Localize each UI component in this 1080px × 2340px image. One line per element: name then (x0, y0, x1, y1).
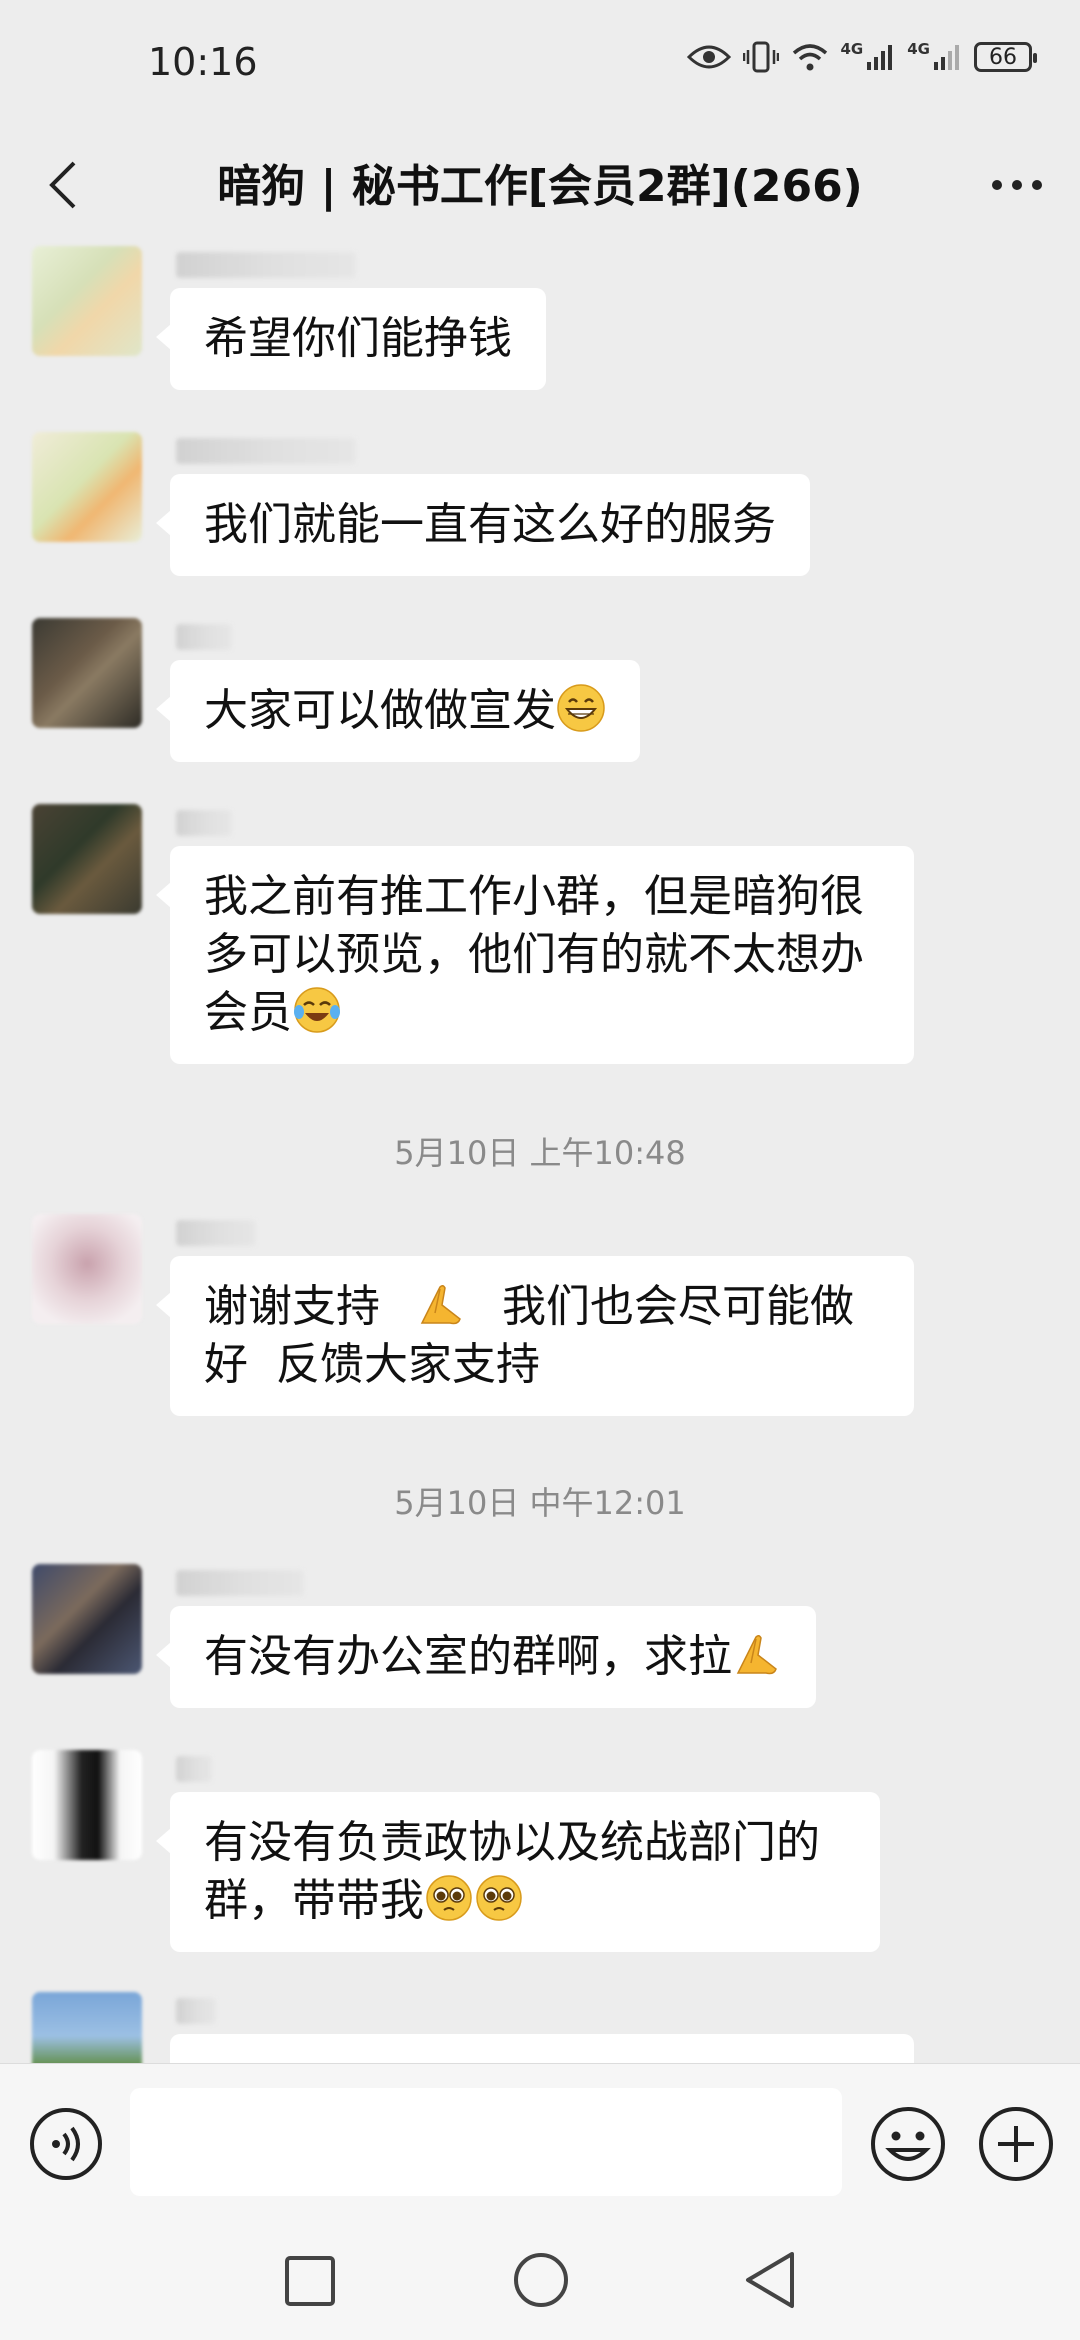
message-bubble[interactable]: 我之前有推工作小群，但是暗狗很多可以预览，他们有的就不太想办会员 (156, 846, 914, 1064)
message-bubble[interactable]: 有没有办公室的群啊，求拉 (156, 1606, 816, 1708)
input-bar (0, 2063, 1080, 2224)
pleading-face-icon (476, 1875, 522, 1921)
message-text: 有没有办公室的群啊，求拉 (204, 1631, 732, 1682)
message-bubble[interactable]: 我们就能一直有这么好的服务 (156, 474, 810, 576)
message-bubble[interactable] (170, 2034, 914, 2063)
sender-name-blurred (176, 252, 356, 278)
more-dots-icon (992, 180, 1042, 190)
signal-icon-1 (867, 45, 893, 70)
battery-level: 66 (989, 44, 1017, 70)
vibrate-icon (742, 41, 779, 73)
message-text: 谢谢支持 (204, 1281, 380, 1332)
sender-name-blurred (176, 1998, 216, 2024)
home-icon[interactable] (512, 2251, 570, 2309)
avatar[interactable] (32, 1564, 142, 1674)
tears-of-joy-icon (294, 987, 340, 1033)
sender-name-blurred (176, 1220, 256, 1246)
message-input[interactable] (130, 2088, 842, 2196)
sender-name-blurred (176, 1570, 304, 1596)
wifi-icon (792, 44, 827, 71)
chat-title: 暗狗 | 秘书工作[会员2群](266) (217, 161, 863, 212)
avatar[interactable] (32, 804, 142, 914)
recent-apps-icon[interactable] (282, 2253, 338, 2309)
message-bubble[interactable]: 谢谢支持 我们也会尽可能做好 反馈大家支持 (156, 1256, 914, 1416)
avatar[interactable] (32, 618, 142, 728)
folded-hands-icon (736, 1634, 777, 1675)
network-label-2: 4G (907, 40, 930, 58)
back-triangle-icon[interactable] (740, 2249, 800, 2311)
battery-indicator: 66 (974, 42, 1037, 72)
voice-input-icon[interactable] (28, 2106, 104, 2182)
chat-header: 暗狗 | 秘书工作[会员2群](266) (0, 130, 1080, 240)
status-icons: 4G 4G 66 (686, 40, 1037, 74)
eye-icon (686, 45, 731, 69)
emoji-icon[interactable] (868, 2104, 948, 2184)
avatar[interactable] (32, 432, 142, 542)
avatar[interactable] (32, 246, 142, 356)
timestamp: 5月10日 中午12:01 (394, 1484, 686, 1522)
message-text: 希望你们能挣钱 (204, 313, 512, 364)
sender-name-blurred (176, 810, 232, 836)
message-bubble[interactable]: 大家可以做做宣发 (156, 660, 640, 762)
network-label-1: 4G (840, 40, 864, 58)
pleading-face-icon (426, 1875, 472, 1921)
timestamp: 5月10日 上午10:48 (394, 1134, 686, 1172)
system-nav-bar (0, 2223, 1080, 2340)
plus-icon[interactable] (976, 2104, 1056, 2184)
message-text: 我们就能一直有这么好的服务 (204, 499, 776, 550)
sender-name-blurred (176, 438, 356, 464)
message-list[interactable]: 希望你们能挣钱 我们就能一直有这么好的服务 大家可以做做宣发 我之前有推工作小群 (0, 240, 1080, 2063)
status-bar: 10:16 4G 4G 66 (0, 0, 1080, 130)
grinning-face-icon (557, 684, 605, 732)
back-button[interactable] (30, 152, 96, 218)
message-text: 大家可以做做宣发 (204, 685, 556, 736)
message-bubble[interactable]: 有没有负责政协以及统战部门的群，带带我 (156, 1792, 880, 1952)
chevron-left-icon (49, 161, 76, 209)
sender-name-blurred (176, 624, 232, 650)
sender-name-blurred (176, 1756, 212, 1782)
avatar[interactable] (32, 1214, 142, 1324)
message-bubble[interactable]: 希望你们能挣钱 (156, 288, 546, 390)
avatar[interactable] (32, 1992, 142, 2063)
more-options-button[interactable] (984, 152, 1050, 218)
status-time: 10:16 (148, 40, 258, 84)
avatar[interactable] (32, 1750, 142, 1860)
signal-icon-2 (934, 45, 959, 70)
folded-hands-icon (420, 1284, 461, 1325)
